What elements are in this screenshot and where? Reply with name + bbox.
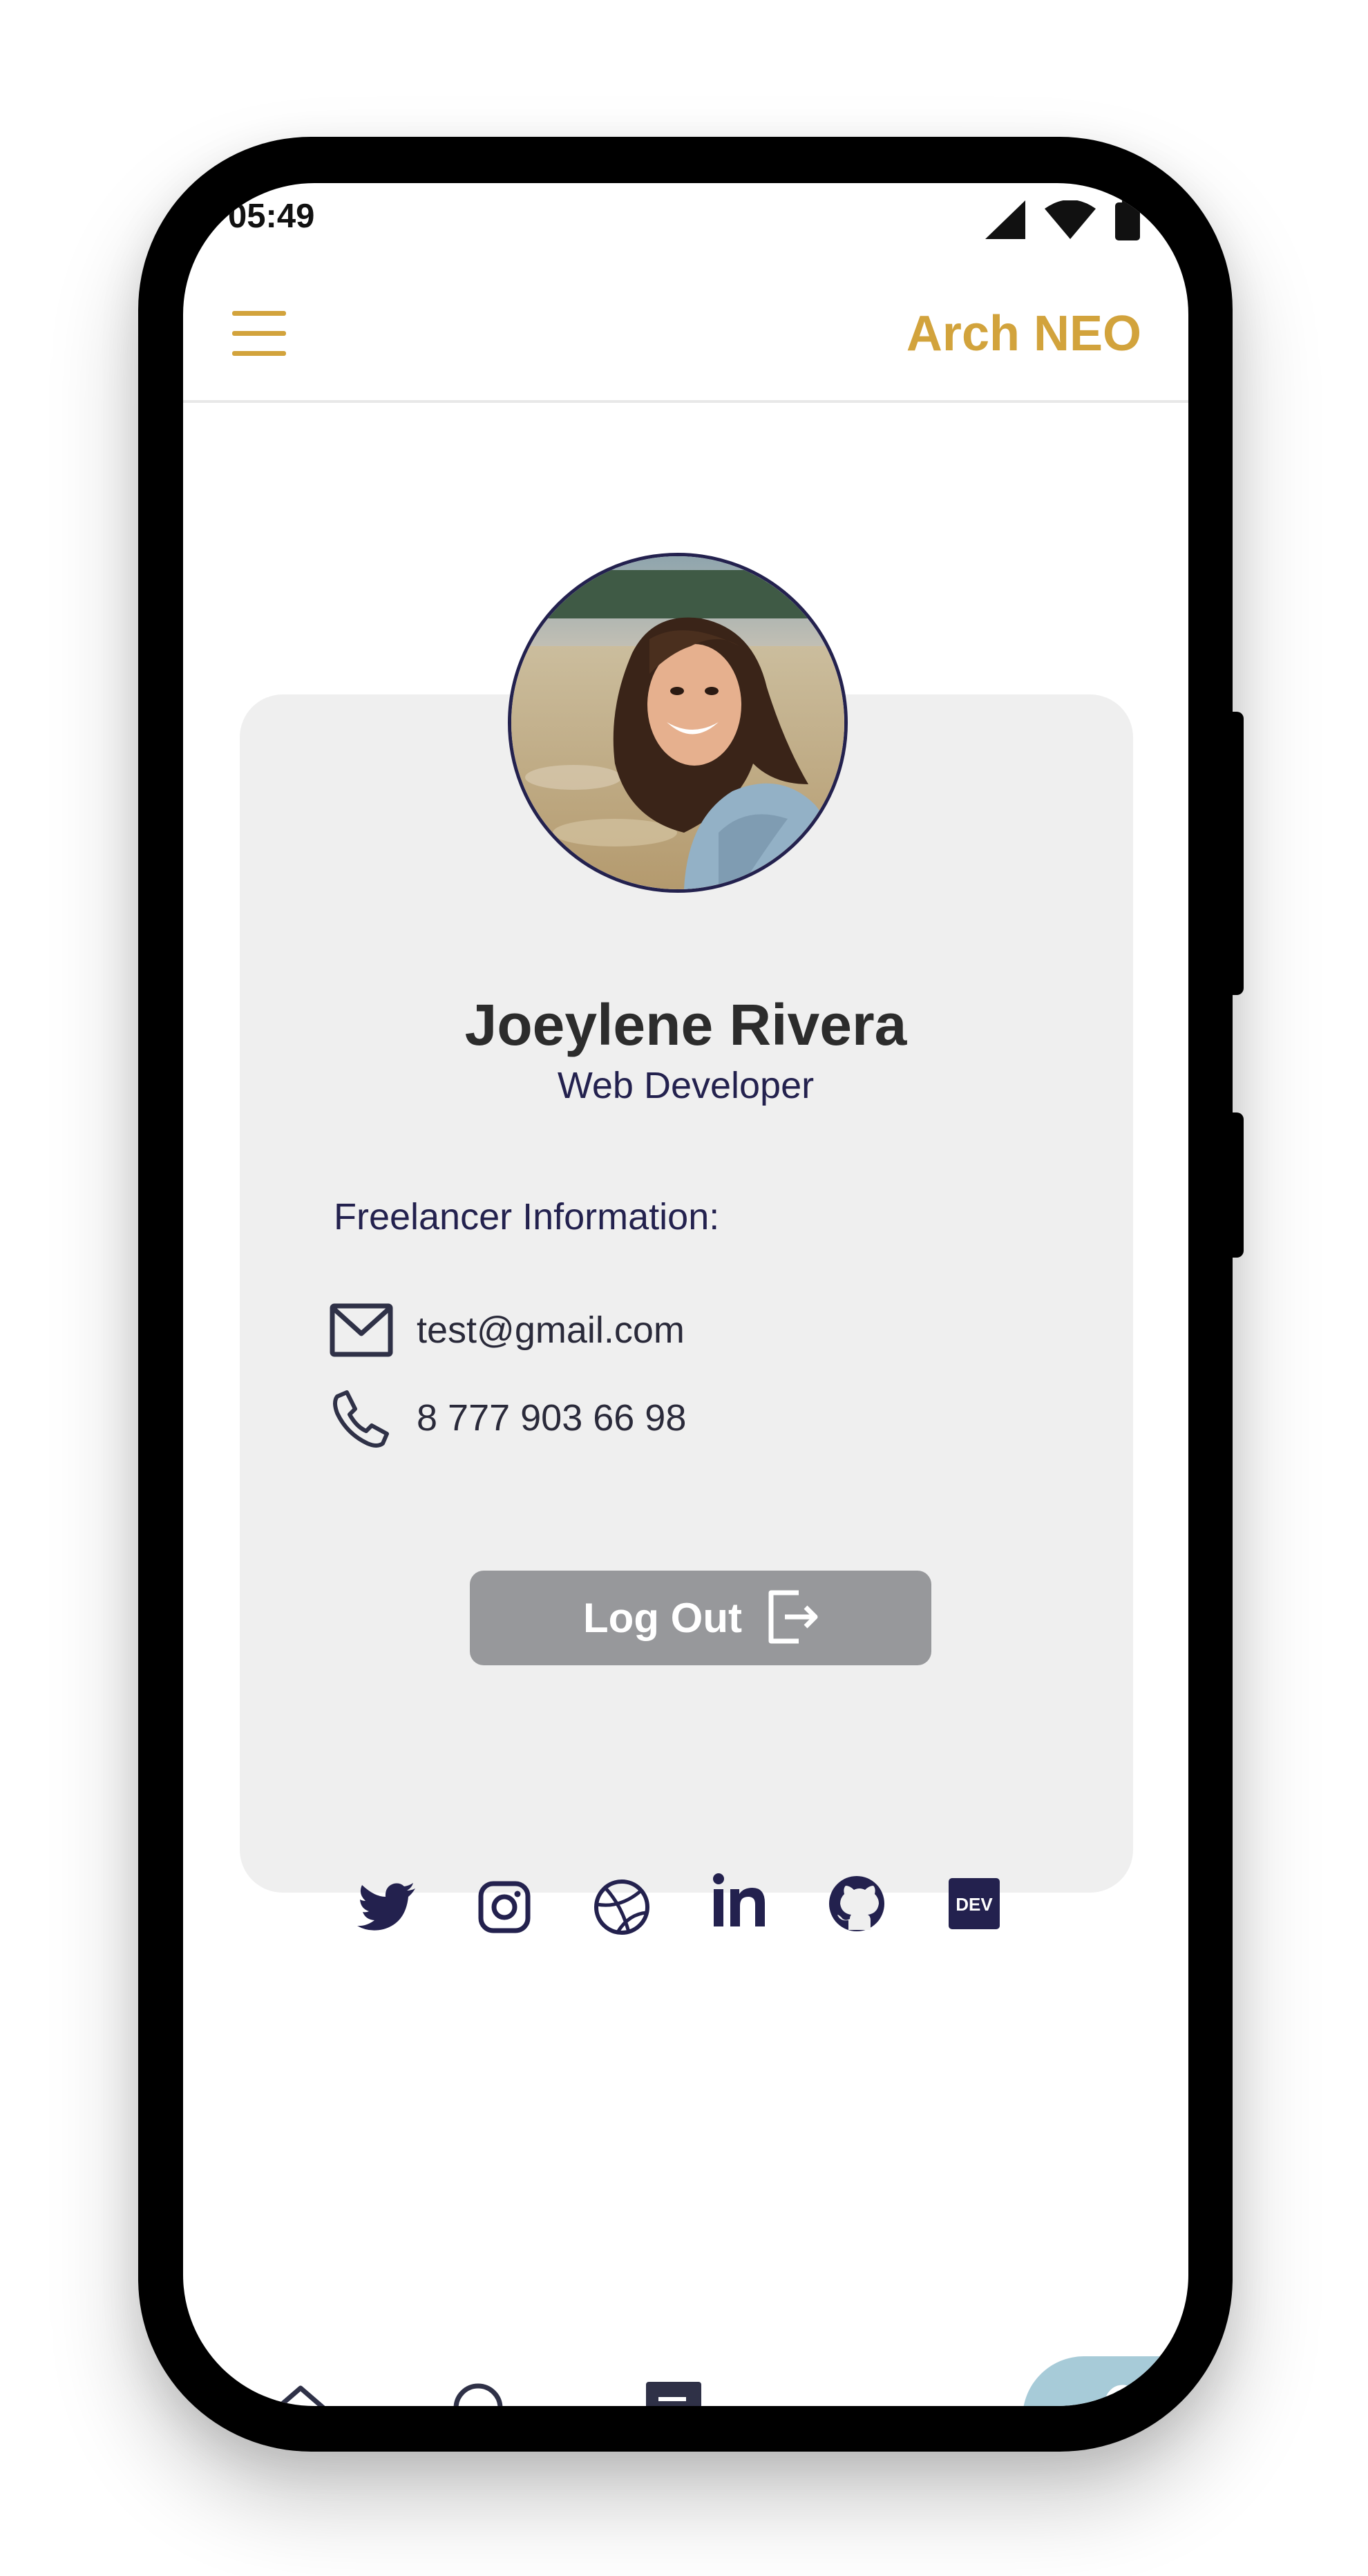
logout-label: Log Out — [583, 1595, 742, 1641]
nav-documents[interactable] — [625, 2353, 722, 2406]
nav-search[interactable] — [435, 2353, 532, 2406]
phone-screen: 05:49 Arch NEO Joeylene Rivera Web Devel… — [183, 183, 1188, 2406]
user-icon — [1096, 2383, 1150, 2406]
instagram-icon[interactable] — [466, 1869, 542, 1945]
avatar-photo — [511, 556, 844, 889]
twitter-icon[interactable] — [349, 1869, 425, 1945]
phone-text[interactable]: 8 777 903 66 98 — [417, 1396, 686, 1439]
hamburger-menu-icon — [232, 310, 286, 361]
logout-button[interactable]: Log Out — [470, 1571, 931, 1665]
status-icons — [985, 198, 1140, 241]
avatar — [508, 553, 848, 893]
battery-icon — [1115, 199, 1140, 240]
mail-icon — [327, 1296, 396, 1365]
app-bar: Arch NEO — [183, 263, 1188, 403]
document-icon — [646, 2382, 701, 2406]
dev-icon[interactable]: DEV — [936, 1866, 1012, 1942]
menu-button[interactable] — [221, 297, 297, 373]
brand-title: Arch NEO — [906, 306, 1141, 361]
github-icon[interactable] — [819, 1866, 895, 1942]
profile-name: Joeylene Rivera — [464, 992, 907, 1057]
status-time: 05:49 — [228, 198, 315, 235]
status-bar: 05:49 — [183, 183, 1188, 263]
volume-button — [1223, 1112, 1244, 1258]
email-text[interactable]: test@gmail.com — [417, 1309, 685, 1352]
nav-profile-label: Profile — [1170, 2392, 1188, 2406]
logout-icon — [767, 1589, 818, 1648]
profile-role: Web Developer — [557, 1065, 815, 1106]
phone-row: 8 777 903 66 98 — [327, 1383, 686, 1452]
linkedin-icon[interactable] — [701, 1862, 777, 1938]
nav-home[interactable] — [252, 2353, 349, 2406]
email-row: test@gmail.com — [327, 1296, 685, 1365]
power-button — [1223, 712, 1244, 995]
dribbble-icon[interactable] — [584, 1869, 660, 1945]
search-icon — [452, 2382, 515, 2406]
home-icon — [271, 2384, 330, 2406]
signal-icon — [985, 200, 1025, 239]
dev-icon-text: DEV — [956, 1894, 993, 1915]
wifi-icon — [1045, 200, 1096, 239]
phone-icon — [327, 1383, 396, 1452]
section-title: Freelancer Information: — [334, 1196, 720, 1238]
